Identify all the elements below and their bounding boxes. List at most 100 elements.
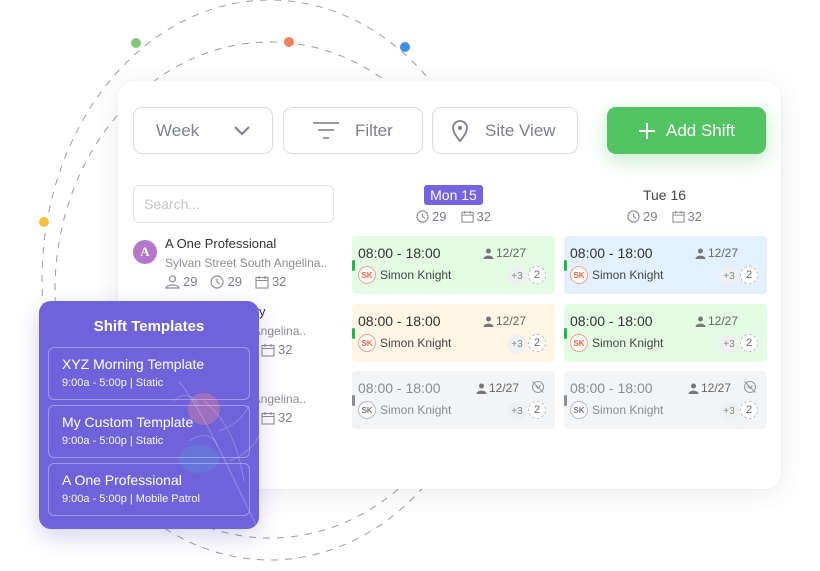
person-icon — [483, 316, 494, 327]
visibility-off-icon[interactable] — [531, 380, 545, 394]
person-icon — [476, 383, 487, 394]
more-employees-badge[interactable]: +3 — [507, 335, 527, 353]
shift-count: 32 — [278, 342, 293, 357]
hours-count: 29 — [227, 274, 242, 289]
template-name: XYZ Morning Template — [62, 356, 205, 372]
assigned-employee: SK Simon Knight — [570, 401, 663, 419]
site-address: Sylvan Street South Angelina.. — [165, 256, 328, 270]
template-detail: 9:00a - 5:00p | Mobile Patrol — [62, 493, 200, 505]
day-label: Tue 16 — [642, 187, 687, 203]
calendar-icon — [671, 210, 685, 223]
search-input[interactable] — [144, 196, 325, 212]
employee-name: Simon Knight — [380, 403, 452, 417]
staff-count-value: 12/27 — [488, 381, 519, 395]
site-view-button[interactable]: Site View — [432, 107, 578, 154]
view-select-value: Week — [156, 120, 200, 140]
staff-count: 12/27 — [695, 314, 738, 328]
shift-time: 08:00 - 18:00 — [570, 313, 653, 329]
open-slots-badge[interactable]: 2 — [740, 334, 758, 352]
staff-count: 12/27 — [688, 381, 731, 395]
filter-icon — [313, 121, 339, 139]
day-header-tue[interactable]: Tue 16 29 32 — [563, 185, 766, 224]
yellow-orbit-dot — [39, 217, 49, 227]
day-header-mon[interactable]: Mon 15 29 32 — [352, 185, 555, 224]
open-slots-badge[interactable]: 2 — [740, 266, 758, 284]
site-view-label: Site View — [485, 120, 556, 140]
shift-card[interactable]: 08:00 - 18:00 12/27 SK Simon Knight +3 2 — [564, 236, 767, 294]
more-employees-badge[interactable]: +3 — [507, 267, 527, 285]
employee-name: Simon Knight — [592, 336, 664, 350]
shift-card[interactable]: 08:00 - 18:00 12/27 SK Simon Knight +3 2 — [352, 236, 555, 294]
day-hours: 29 — [432, 209, 447, 224]
assigned-employee: SK Simon Knight — [358, 266, 451, 284]
shift-card[interactable]: 08:00 - 18:00 12/27 SK Simon Knight +3 2 — [564, 371, 767, 429]
site-name: A One Professional — [165, 236, 277, 251]
employee-name: Simon Knight — [592, 403, 664, 417]
orange-orbit-dot — [284, 37, 294, 47]
employee-avatar: SK — [570, 266, 588, 284]
template-name: A One Professional — [62, 472, 182, 488]
status-indicator — [352, 395, 355, 406]
template-detail: 9:00a - 5:00p | Static — [62, 377, 164, 389]
employee-avatar: SK — [570, 401, 588, 419]
open-slots-badge[interactable]: 2 — [740, 401, 758, 419]
site-stats: 29 29 32 — [165, 274, 286, 289]
person-icon — [688, 383, 699, 394]
template-item[interactable]: My Custom Template 9:00a - 5:00p | Stati… — [48, 405, 250, 458]
calendar-icon — [261, 343, 275, 357]
status-indicator — [564, 395, 567, 406]
assigned-employee: SK Simon Knight — [358, 401, 451, 419]
green-orbit-dot — [131, 38, 141, 48]
open-slots-badge[interactable]: 2 — [528, 334, 546, 352]
open-slots-badge[interactable]: 2 — [528, 401, 546, 419]
shift-card[interactable]: 08:00 - 18:00 12/27 SK Simon Knight +3 2 — [352, 304, 555, 362]
day-stats: 29 32 — [563, 209, 766, 224]
staff-count-value: 12/27 — [707, 246, 738, 260]
day-hours: 29 — [643, 209, 658, 224]
more-employees-badge[interactable]: +3 — [719, 267, 739, 285]
shift-card[interactable]: 08:00 - 18:00 12/27 SK Simon Knight +3 2 — [352, 371, 555, 429]
day-label: Mon 15 — [424, 185, 483, 205]
template-name: My Custom Template — [62, 414, 194, 430]
calendar-icon — [255, 275, 269, 289]
calendar-icon — [261, 411, 275, 425]
person-icon — [695, 316, 706, 327]
site-search-box — [133, 185, 334, 223]
assigned-employee: SK Simon Knight — [570, 334, 663, 352]
shift-time: 08:00 - 18:00 — [570, 245, 653, 261]
clock-icon — [210, 274, 225, 289]
plus-icon — [639, 122, 655, 139]
person-icon — [695, 248, 706, 259]
employee-avatar: SK — [358, 266, 376, 284]
staff-count-value: 12/27 — [495, 246, 526, 260]
staff-count: 12/27 — [483, 314, 526, 328]
status-indicator — [352, 260, 355, 271]
staff-count-value: 12/27 — [700, 381, 731, 395]
filter-label: Filter — [355, 120, 393, 140]
staff-count-value: 12/27 — [495, 314, 526, 328]
more-employees-badge[interactable]: +3 — [719, 402, 739, 420]
more-employees-badge[interactable]: +3 — [507, 402, 527, 420]
staff-count: 12/27 — [695, 246, 738, 260]
shift-time: 08:00 - 18:00 — [358, 313, 441, 329]
open-slots-badge[interactable]: 2 — [528, 266, 546, 284]
status-indicator — [352, 328, 355, 339]
day-shifts: 32 — [687, 209, 702, 224]
add-shift-button[interactable]: Add Shift — [607, 107, 766, 154]
shift-time: 08:00 - 18:00 — [570, 380, 653, 396]
more-employees-badge[interactable]: +3 — [719, 335, 739, 353]
visibility-off-icon[interactable] — [743, 380, 757, 394]
employee-name: Simon Knight — [380, 268, 452, 282]
shift-card[interactable]: 08:00 - 18:00 12/27 SK Simon Knight +3 2 — [564, 304, 767, 362]
filter-button[interactable]: Filter — [283, 107, 423, 154]
template-item[interactable]: A One Professional 9:00a - 5:00p | Mobil… — [48, 463, 250, 516]
site-row[interactable]: A A One Professional Sylvan Street South… — [133, 236, 343, 292]
employee-name: Simon Knight — [592, 268, 664, 282]
template-item[interactable]: XYZ Morning Template 9:00a - 5:00p | Sta… — [48, 347, 250, 400]
view-select[interactable]: Week — [133, 107, 273, 154]
site-stats: 32 — [261, 410, 292, 425]
location-pin-icon — [452, 119, 468, 142]
staff-count-value: 12/27 — [707, 314, 738, 328]
person-icon — [483, 248, 494, 259]
clock-icon — [627, 210, 640, 223]
